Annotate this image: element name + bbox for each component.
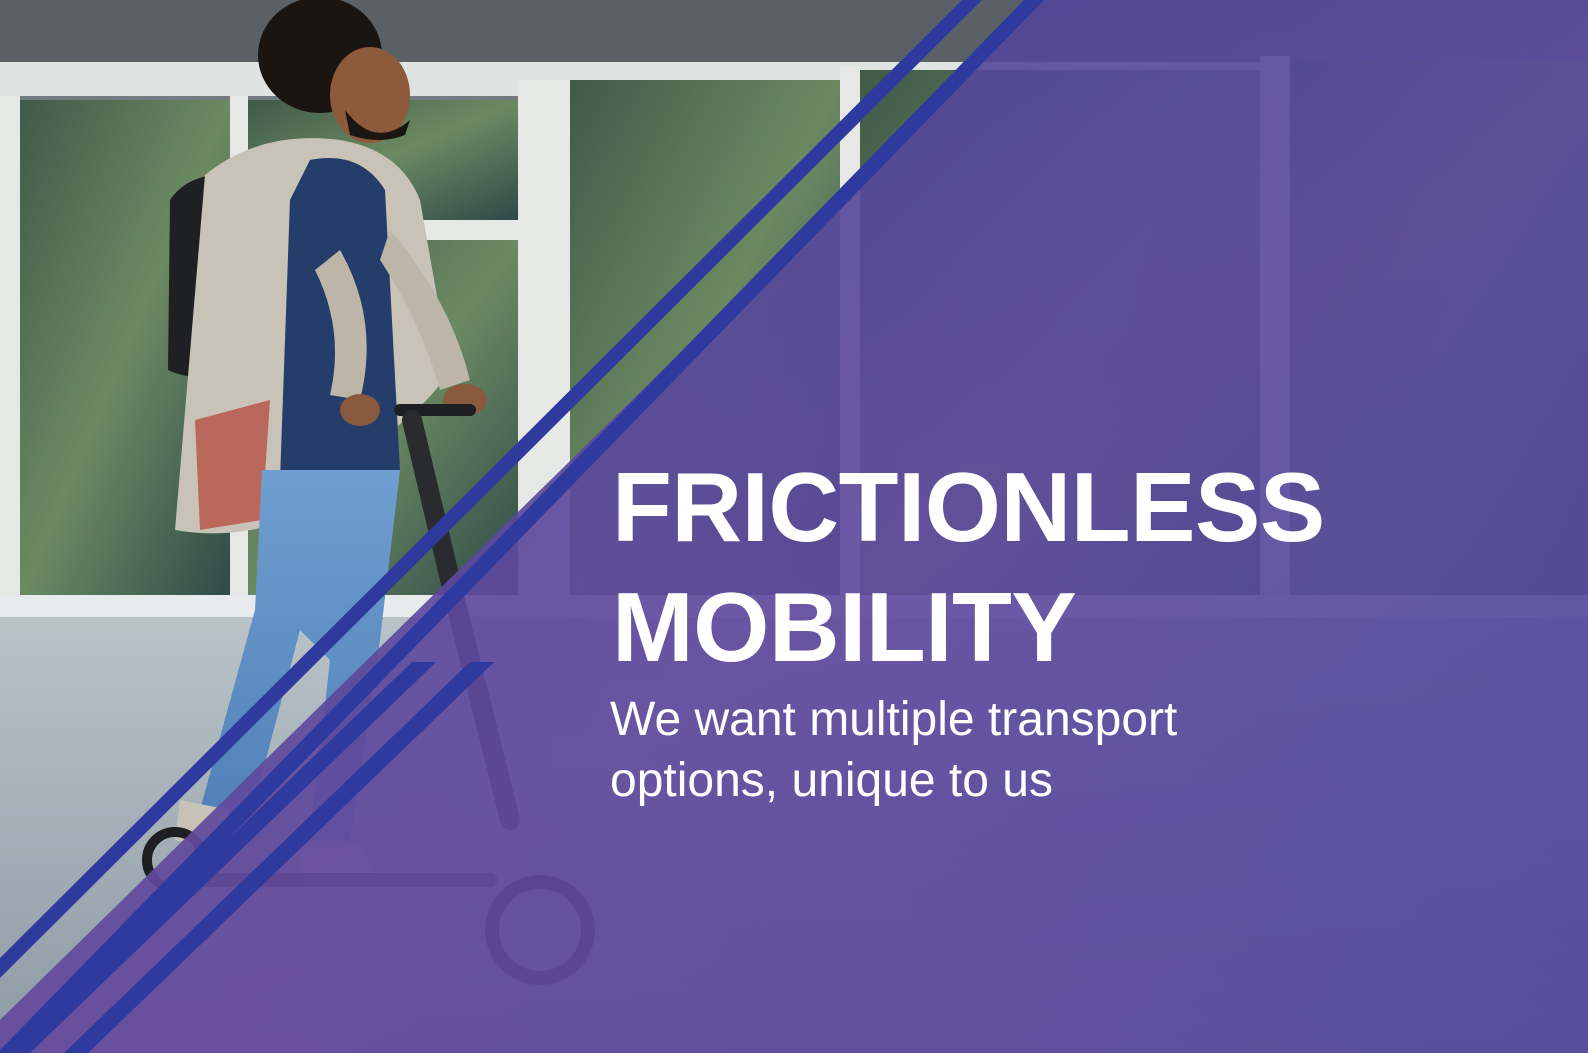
subheading-line-1: We want multiple transport <box>610 693 1178 746</box>
subheading-line-2: options, unique to us <box>610 753 1053 807</box>
headline-line-1: FRICTIONLESS <box>612 452 1325 562</box>
hero-subheading: We want multiple transport options, uniq… <box>610 690 1177 812</box>
headline-line-2: MOBILITY <box>612 571 1077 682</box>
hero-headline: FRICTIONLESS MOBILITY <box>612 448 1325 687</box>
hero-banner: FRICTIONLESS MOBILITY We want multiple t… <box>0 0 1588 1053</box>
